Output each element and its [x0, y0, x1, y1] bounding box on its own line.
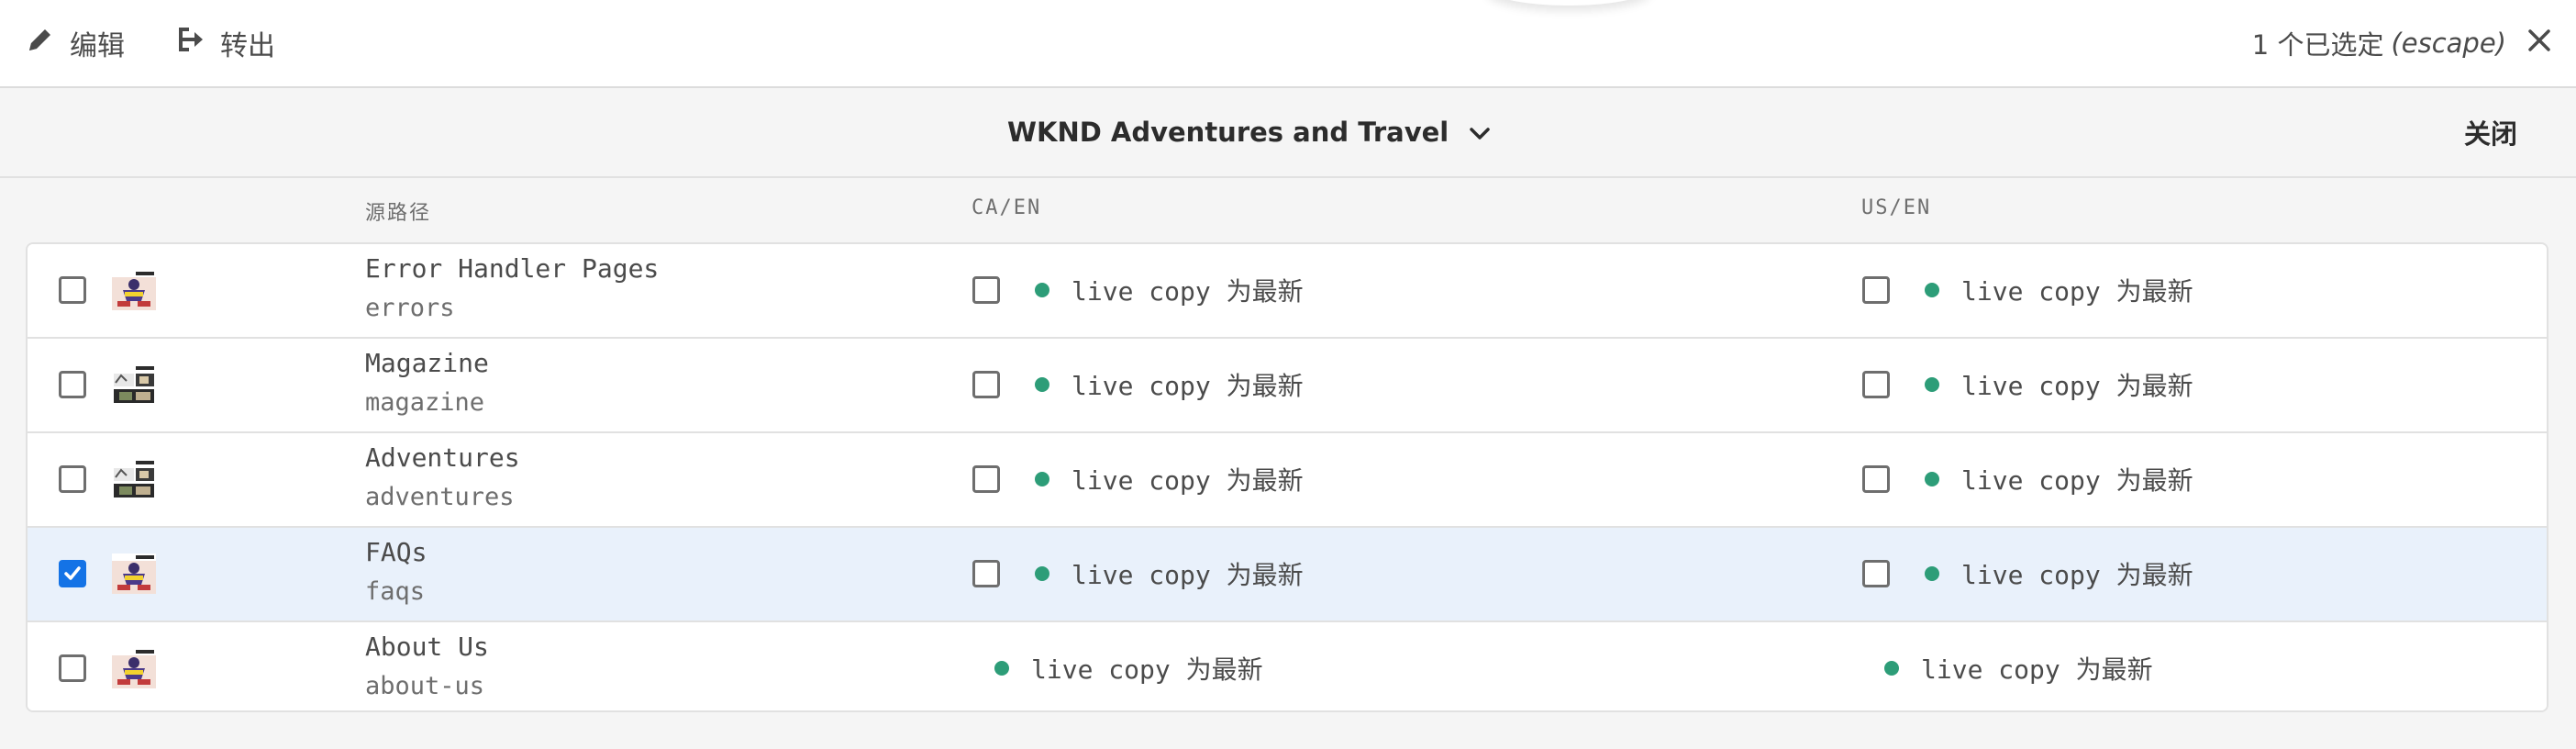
row-select-checkbox[interactable] — [59, 276, 86, 304]
ca-en-status: live copy 为最新 — [1035, 366, 1304, 403]
title-row: WKND Adventures and Travel 关闭 — [0, 88, 2576, 178]
selection-count: 1 个已选定 — [2251, 29, 2384, 61]
us-en-checkbox[interactable] — [1862, 371, 1890, 398]
edit-button[interactable]: 编辑 — [26, 20, 125, 66]
status-ok-icon — [1035, 377, 1049, 392]
table-row[interactable]: About Us about-us live copy 为最新 live copy 为… — [28, 622, 2547, 710]
table-row[interactable]: Error Handler Pages errors live copy 为最新 li… — [28, 244, 2547, 339]
site-title: WKND Adventures and Travel — [1007, 117, 1449, 148]
status-ok-icon — [1035, 472, 1049, 486]
export-icon — [174, 24, 205, 62]
source-title: About Us — [365, 632, 489, 662]
ca-en-status-text: live copy 为最新 — [1071, 560, 1304, 590]
us-en-status: live copy 为最新 — [1925, 272, 2193, 308]
ca-en-status: live copy 为最新 — [1035, 272, 1304, 308]
close-icon[interactable] — [2526, 28, 2552, 60]
page-thumbnail-icon — [112, 459, 156, 499]
ca-en-status-text: live copy 为最新 — [1071, 276, 1304, 307]
table-row[interactable]: Magazine magazine live copy 为最新 live copy 为… — [28, 339, 2547, 433]
live-copy-table: Error Handler Pages errors live copy 为最新 li… — [26, 242, 2548, 712]
us-en-status: live copy 为最新 — [1884, 650, 2153, 687]
us-en-status-text: live copy 为最新 — [1961, 371, 2193, 401]
close-button[interactable]: 关闭 — [2464, 112, 2517, 152]
source-path: about-us — [365, 672, 485, 700]
ca-en-status: live copy 为最新 — [994, 650, 1263, 687]
source-title: Magazine — [365, 348, 489, 378]
us-en-checkbox[interactable] — [1862, 560, 1890, 587]
ca-en-status-text: live copy 为最新 — [1031, 654, 1263, 685]
export-label: 转出 — [220, 30, 275, 62]
selection-info: 1 个已选定 (escape) — [2252, 20, 2552, 66]
row-select-checkbox[interactable] — [59, 371, 86, 398]
ca-en-status: live copy 为最新 — [1035, 461, 1304, 497]
status-ok-icon — [994, 661, 1009, 676]
column-header-source: 源路径 — [365, 202, 432, 225]
ca-en-status-text: live copy 为最新 — [1071, 465, 1304, 496]
ca-en-checkbox[interactable] — [972, 560, 1000, 587]
us-en-checkbox[interactable] — [1862, 276, 1890, 304]
status-ok-icon — [1884, 661, 1899, 676]
source-title: Adventures — [365, 442, 520, 473]
source-path: faqs — [365, 577, 426, 606]
status-ok-icon — [1035, 283, 1049, 297]
us-en-status-text: live copy 为最新 — [1961, 465, 2193, 496]
column-header-us-en: US/EN — [1861, 196, 1932, 219]
page-thumbnail-icon — [112, 364, 156, 405]
export-button[interactable]: 转出 — [174, 20, 275, 66]
ca-en-checkbox[interactable] — [972, 276, 1000, 304]
us-en-status-text: live copy 为最新 — [1961, 560, 2193, 590]
column-header-ca-en: CA/EN — [972, 196, 1042, 219]
status-ok-icon — [1925, 472, 1939, 486]
ca-en-checkbox[interactable] — [972, 371, 1000, 398]
source-path: magazine — [365, 388, 485, 417]
edit-label: 编辑 — [70, 30, 125, 62]
action-bar: 编辑 转出 1 个已选定 (escape) — [0, 0, 2576, 88]
page-thumbnail-icon — [112, 648, 156, 688]
status-ok-icon — [1035, 566, 1049, 581]
row-select-checkbox[interactable] — [59, 654, 86, 682]
table-row[interactable]: FAQs faqs live copy 为最新 live copy 为最新 — [28, 528, 2547, 622]
page-thumbnail-icon — [112, 553, 156, 594]
us-en-status: live copy 为最新 — [1925, 555, 2193, 592]
status-ok-icon — [1925, 377, 1939, 392]
us-en-status: live copy 为最新 — [1925, 461, 2193, 497]
table-row[interactable]: Adventures adventures live copy 为最新 live co… — [28, 433, 2547, 528]
source-path: errors — [365, 294, 455, 322]
status-ok-icon — [1925, 566, 1939, 581]
source-path: adventures — [365, 483, 515, 511]
us-en-status-text: live copy 为最新 — [1921, 654, 2153, 685]
decorative-arc — [1486, 0, 1651, 6]
ca-en-status-text: live copy 为最新 — [1071, 371, 1304, 401]
pencil-icon — [26, 25, 55, 61]
us-en-status-text: live copy 为最新 — [1961, 276, 2193, 307]
row-select-checkbox[interactable] — [59, 560, 86, 587]
ca-en-status: live copy 为最新 — [1035, 555, 1304, 592]
status-ok-icon — [1925, 283, 1939, 297]
page-thumbnail-icon — [112, 270, 156, 310]
row-select-checkbox[interactable] — [59, 465, 86, 493]
chevron-down-icon — [1469, 117, 1491, 148]
selection-hint: (escape) — [2391, 28, 2506, 59]
site-selector[interactable]: WKND Adventures and Travel — [1007, 112, 1491, 152]
source-title: Error Handler Pages — [365, 253, 660, 284]
ca-en-checkbox[interactable] — [972, 465, 1000, 493]
us-en-checkbox[interactable] — [1862, 465, 1890, 493]
source-title: FAQs — [365, 537, 427, 567]
us-en-status: live copy 为最新 — [1925, 366, 2193, 403]
